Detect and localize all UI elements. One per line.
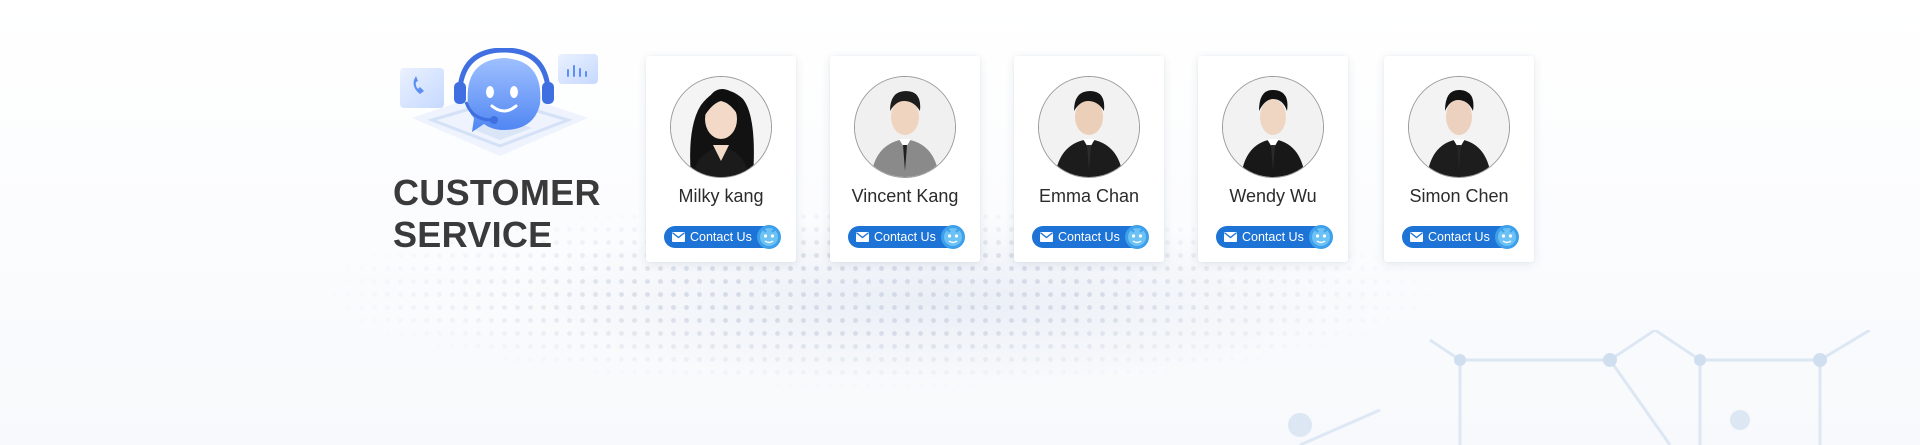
agent-card: Emma Chan Contact Us	[1014, 56, 1164, 262]
chat-mascot-icon	[1125, 225, 1149, 249]
mail-icon	[856, 232, 869, 242]
mail-icon	[1040, 232, 1053, 242]
avatar	[1038, 76, 1140, 178]
agent-photo-man-black-suit	[1223, 77, 1323, 177]
section-title: CUSTOMER SERVICE	[393, 172, 643, 256]
contact-us-button[interactable]: Contact Us	[1032, 225, 1149, 249]
section-title-line-2: SERVICE	[393, 214, 553, 255]
agent-name: Simon Chen	[1409, 186, 1509, 206]
agent-name: Wendy Wu	[1229, 186, 1317, 206]
agent-photo-man-black-suit	[1409, 77, 1509, 177]
contact-us-button[interactable]: Contact Us	[1216, 225, 1333, 249]
contact-us-button[interactable]: Contact Us	[1402, 225, 1519, 249]
agent-name: Vincent Kang	[851, 186, 959, 206]
contact-us-label: Contact Us	[1242, 230, 1304, 244]
avatar	[854, 76, 956, 178]
chat-mascot-icon	[1309, 225, 1333, 249]
agent-card: Milky kang Contact Us	[646, 56, 796, 262]
chat-mascot-icon	[941, 225, 965, 249]
avatar	[1222, 76, 1324, 178]
chat-mascot-icon	[757, 225, 781, 249]
avatar	[1408, 76, 1510, 178]
agent-card: Vincent Kang Contact Us	[830, 56, 980, 262]
network-decoration	[1288, 330, 1871, 445]
contact-us-label: Contact Us	[690, 230, 752, 244]
agent-photo-man-black-suit	[1039, 77, 1139, 177]
mail-icon	[1224, 232, 1237, 242]
agent-card: Simon Chen Contact Us	[1384, 56, 1534, 262]
mail-icon	[1410, 232, 1423, 242]
agent-card: Wendy Wu Contact Us	[1198, 56, 1348, 262]
agent-photo-woman-dark-hair	[671, 77, 771, 177]
contact-us-button[interactable]: Contact Us	[664, 225, 781, 249]
agent-photo-man-grey-suit	[855, 77, 955, 177]
agent-name: Milky kang	[678, 186, 764, 206]
avatar	[670, 76, 772, 178]
mail-icon	[672, 232, 685, 242]
chat-mascot-icon	[1495, 225, 1519, 249]
contact-us-button[interactable]: Contact Us	[848, 225, 965, 249]
contact-us-label: Contact Us	[1058, 230, 1120, 244]
section-title-line-1: CUSTOMER	[393, 172, 601, 213]
contact-us-label: Contact Us	[874, 230, 936, 244]
customer-service-robot-headset-icon	[400, 48, 598, 156]
agent-name: Emma Chan	[1038, 186, 1140, 206]
contact-us-label: Contact Us	[1428, 230, 1490, 244]
